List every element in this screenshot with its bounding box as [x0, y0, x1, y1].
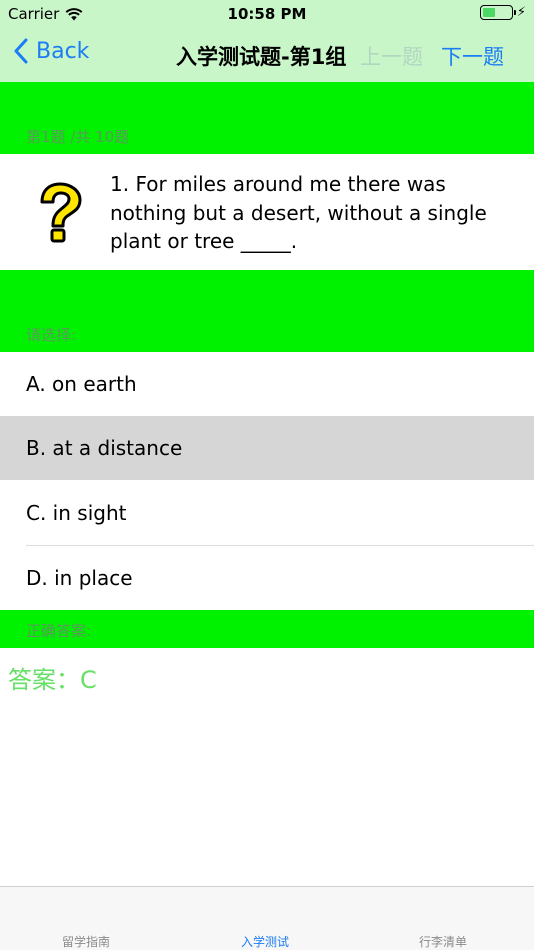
correct-answer-label: 正确答案: [26, 622, 92, 640]
previous-question-button[interactable]: 上一题 [360, 41, 423, 71]
progress-band: 第1题 /共 10题 [0, 82, 534, 154]
option-b[interactable]: B. at a distance [0, 416, 534, 480]
status-time: 10:58 PM [227, 5, 307, 23]
question-card: 1. For miles around me there was nothing… [0, 154, 534, 270]
status-bar: Carrier 10:58 PM ⚡ [0, 0, 534, 28]
choose-band: 请选择: [0, 270, 534, 352]
option-label: C. in sight [26, 501, 127, 525]
back-label: Back [36, 38, 90, 64]
status-right: ⚡ [479, 5, 526, 20]
page-title: 入学测试题-第1组 [176, 45, 347, 69]
answer-text: 答案：C [8, 666, 97, 694]
navigation-bar: Back 入学测试题-第1组 上一题 下一题 [0, 28, 534, 82]
correct-answer-band: 正确答案: [0, 610, 534, 648]
battery-icon [479, 5, 516, 20]
progress-label: 第1题 /共 10题 [26, 128, 130, 146]
option-c[interactable]: C. in sight [0, 481, 534, 545]
tab-bar: 留学指南 入学测试 行李清单 [0, 886, 534, 950]
option-label: A. on earth [26, 372, 137, 396]
question-mark-icon [40, 182, 82, 243]
choose-label: 请选择: [26, 326, 77, 344]
tab-study-guide[interactable]: 留学指南 [62, 933, 110, 950]
option-label: B. at a distance [26, 436, 183, 460]
next-question-button[interactable]: 下一题 [441, 41, 504, 71]
back-button[interactable]: Back [14, 38, 89, 64]
option-a[interactable]: A. on earth [0, 352, 534, 416]
option-d[interactable]: D. in place [0, 546, 534, 610]
option-label: D. in place [26, 566, 133, 590]
battery-level [482, 8, 495, 17]
chevron-left-icon [14, 38, 28, 64]
tab-luggage-list[interactable]: 行李清单 [419, 933, 467, 950]
question-text: 1. For miles around me there was nothing… [110, 172, 487, 253]
charging-icon: ⚡ [516, 5, 526, 20]
tab-entrance-test[interactable]: 入学测试 [241, 933, 289, 950]
